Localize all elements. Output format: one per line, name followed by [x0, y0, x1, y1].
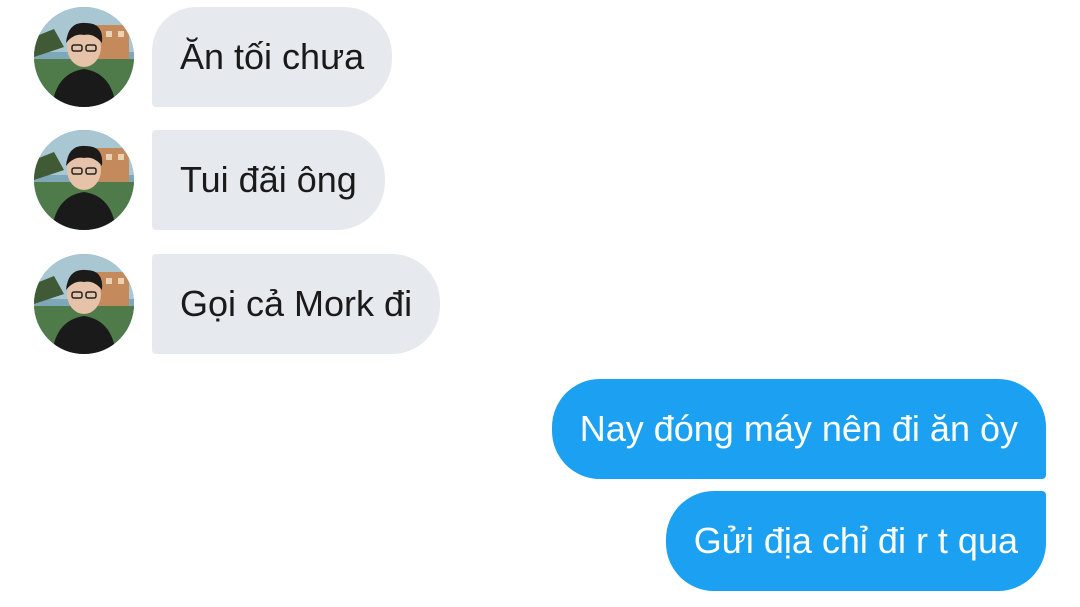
incoming-message-bubble[interactable]: Ăn tối chưa: [152, 7, 393, 107]
avatar[interactable]: [34, 254, 134, 354]
message-row: Ăn tối chưa: [34, 7, 393, 107]
message-row: Nay đóng máy nên đi ăn òy: [551, 379, 1046, 479]
incoming-message-bubble[interactable]: Tui đãi ông: [152, 130, 385, 230]
avatar[interactable]: [34, 130, 134, 230]
message-row: Gửi địa chỉ đi r t qua: [665, 491, 1046, 591]
message-row: Tui đãi ông: [34, 130, 385, 230]
outgoing-message-bubble[interactable]: Gửi địa chỉ đi r t qua: [665, 491, 1046, 591]
chat-thread: Ăn tối chưa Tui đãi ông Gọi cả Mork đi N…: [0, 0, 1080, 607]
message-row: Gọi cả Mork đi: [34, 254, 441, 354]
incoming-message-bubble[interactable]: Gọi cả Mork đi: [152, 254, 441, 354]
outgoing-message-bubble[interactable]: Nay đóng máy nên đi ăn òy: [551, 379, 1046, 479]
avatar[interactable]: [34, 7, 134, 107]
